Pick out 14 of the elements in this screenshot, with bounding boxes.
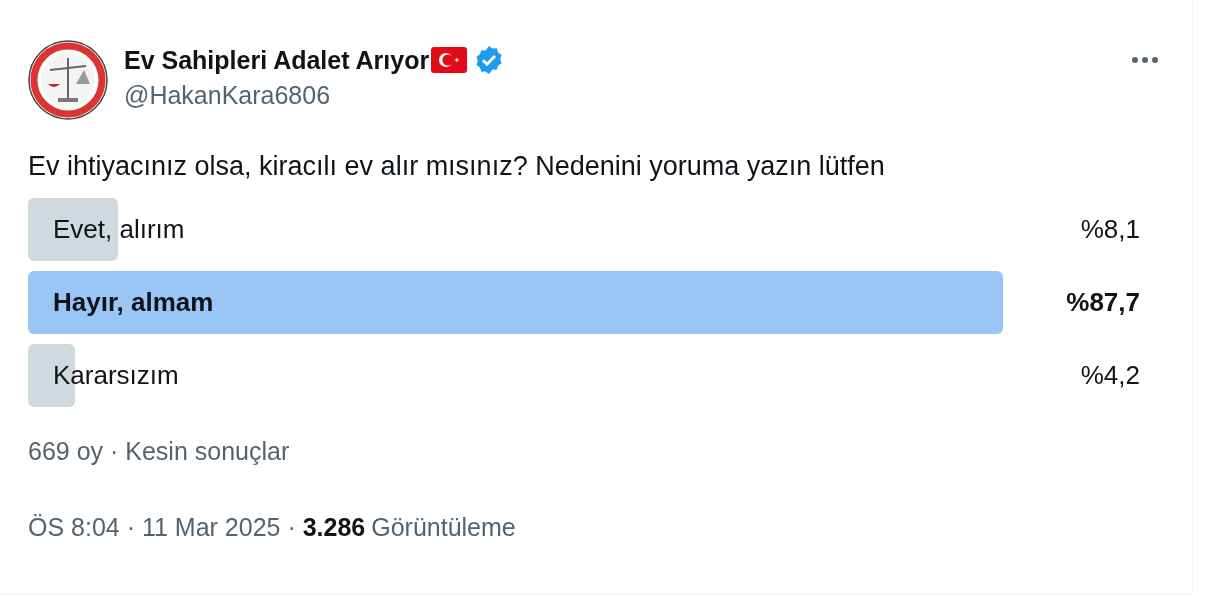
poll-option-label: Hayır, almam xyxy=(53,286,214,319)
poll-option-label: Evet, alırım xyxy=(53,213,185,246)
flag-icon xyxy=(431,47,468,73)
poll-option-label: Kararsızım xyxy=(53,359,179,392)
poll-summary: 669 oy · Kesin sonuçlar xyxy=(28,436,291,467)
author-handle[interactable]: @HakanKara6806 xyxy=(124,78,1140,112)
poll-percent: %87,7 xyxy=(1066,286,1140,319)
view-count: 3.286 xyxy=(302,511,366,543)
poll-percent: %4,2 xyxy=(1080,359,1140,392)
post-text: Ev ihtiyacınız olsa, kiracılı ev alır mısınız? Nedenini yoruma yazın lütfen xyxy=(28,150,886,183)
poll-percent: %8,1 xyxy=(1080,213,1140,246)
view-label: Görüntüleme xyxy=(371,511,516,543)
author-name[interactable]: Ev Sahipleri Adalet Arıyor xyxy=(124,44,430,76)
post-time[interactable]: ÖS 8:04 · 11 Mar 2025 · xyxy=(28,508,303,546)
